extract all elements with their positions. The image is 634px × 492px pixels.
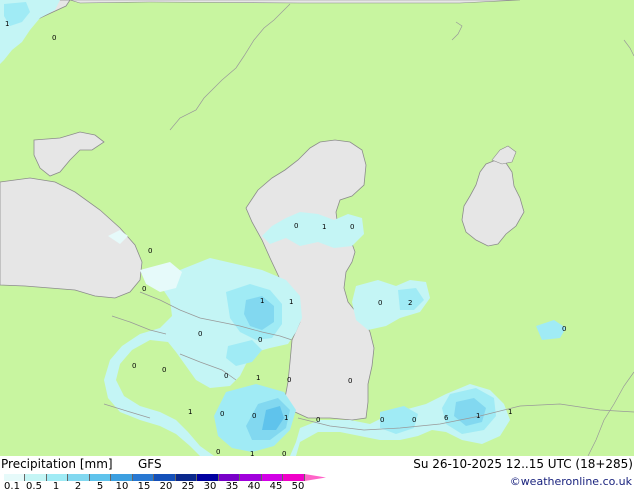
legend-tick-label: 30 xyxy=(203,481,217,492)
value-label: 0 xyxy=(412,416,416,424)
legend-swatch xyxy=(132,474,155,481)
value-label: 0 xyxy=(142,285,146,293)
legend-swatch xyxy=(25,474,47,481)
legend-tick-label: 15 xyxy=(137,481,151,492)
value-label: 0 xyxy=(287,376,291,384)
legend-swatch xyxy=(304,474,326,481)
value-label: 1 xyxy=(260,297,264,305)
legend-tick-label: 2 xyxy=(74,481,82,492)
legend-tick-label: 40 xyxy=(247,481,261,492)
value-label: 1 xyxy=(188,408,192,416)
value-label: 1 xyxy=(322,223,326,231)
legend-swatch xyxy=(89,474,112,481)
value-label: 1 xyxy=(508,408,512,416)
value-label: 0 xyxy=(162,366,166,374)
legend-swatch xyxy=(283,474,305,481)
value-label: 0 xyxy=(348,377,352,385)
value-label: 0 xyxy=(52,34,56,42)
legend-tick-label: 5 xyxy=(96,481,104,492)
legend-swatch xyxy=(154,474,176,481)
legend-tick-label: 0.1 xyxy=(4,481,20,492)
value-label: 1 xyxy=(284,414,288,422)
value-label: 0 xyxy=(252,412,256,420)
value-label: 0 xyxy=(198,330,202,338)
legend-tick-label: 0.5 xyxy=(26,481,42,492)
legend-tick-label: 25 xyxy=(181,481,195,492)
value-label: 0 xyxy=(380,416,384,424)
chart-title: Precipitation [mm] xyxy=(1,457,113,471)
legend-tick-label: 45 xyxy=(269,481,283,492)
value-label: 2 xyxy=(408,299,412,307)
legend-swatch xyxy=(197,474,219,481)
value-label: 0 xyxy=(350,223,354,231)
value-label: 1 xyxy=(476,412,480,420)
credit-text: ©weatheronline.co.uk xyxy=(509,475,632,488)
value-label: 0 xyxy=(562,325,566,333)
legend-bar: Precipitation [mm] GFS Su 26-10-2025 12.… xyxy=(0,456,634,492)
legend-tick-label: 50 xyxy=(291,481,305,492)
value-label: 0 xyxy=(258,336,262,344)
valid-datetime: Su 26-10-2025 12..15 UTC (18+285) xyxy=(413,457,633,471)
precipitation-map: 1 0 0 0 1 1 0 0 0 1 0 0 2 0 0 0 0 1 0 0 … xyxy=(0,0,634,456)
legend-swatch xyxy=(46,474,69,481)
legend-swatch xyxy=(240,474,262,481)
value-label: 1 xyxy=(289,298,293,306)
legend-swatch xyxy=(4,474,26,481)
value-label: 0 xyxy=(224,372,228,380)
value-label: 0 xyxy=(294,222,298,230)
value-label: 0 xyxy=(148,247,152,255)
legend-tick-label: 10 xyxy=(115,481,129,492)
value-label: 6 xyxy=(444,414,449,422)
legend-tick-label: 35 xyxy=(225,481,239,492)
legend-swatch xyxy=(68,474,90,481)
value-label: 1 xyxy=(5,20,9,28)
model-name: GFS xyxy=(138,457,162,471)
legend-swatch xyxy=(218,474,241,481)
legend-swatch xyxy=(111,474,133,481)
value-label: 1 xyxy=(256,374,260,382)
legend-swatch xyxy=(175,474,198,481)
value-label: 0 xyxy=(220,410,224,418)
value-label: 0 xyxy=(316,416,320,424)
value-label: 0 xyxy=(132,362,136,370)
color-scale xyxy=(4,474,326,481)
value-label: 0 xyxy=(378,299,382,307)
legend-swatch xyxy=(261,474,284,481)
legend-tick-label: 20 xyxy=(159,481,173,492)
value-label: 0 xyxy=(216,448,220,456)
legend-tick-label: 1 xyxy=(52,481,60,492)
